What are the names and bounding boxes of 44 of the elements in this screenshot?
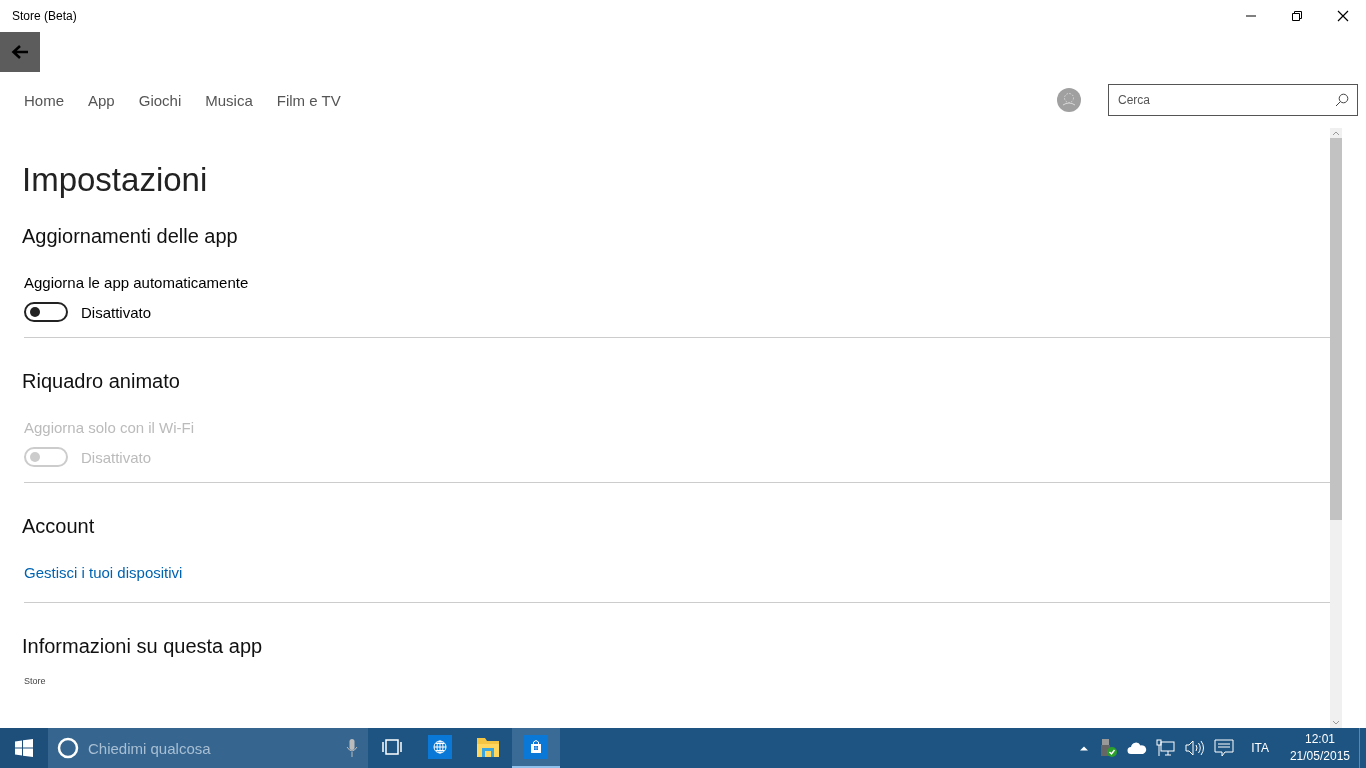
show-hidden-icons-icon[interactable] <box>1079 745 1090 751</box>
speaker-icon[interactable] <box>1185 740 1206 756</box>
back-button[interactable] <box>0 32 40 72</box>
nav-link[interactable]: App <box>88 91 115 109</box>
notifications-icon[interactable] <box>1214 739 1235 757</box>
input-language-indicator[interactable]: ITA <box>1251 741 1269 755</box>
globe-icon <box>428 735 452 759</box>
scroll-thumb[interactable] <box>1330 138 1342 520</box>
section-heading: Riquadro animato <box>22 370 181 393</box>
toggle-state-text: Disattivato <box>81 303 152 321</box>
microphone-icon[interactable] <box>346 738 358 758</box>
scrollbar[interactable] <box>1330 128 1342 728</box>
nav-link[interactable]: Giochi <box>138 91 182 109</box>
toggle-switch[interactable] <box>24 302 68 322</box>
toggle-state-text: Disattivato <box>81 448 152 466</box>
avatar-icon[interactable] <box>1057 88 1081 112</box>
manage-devices-link[interactable]: Gestisci i tuoi dispositivi <box>24 564 183 581</box>
start-button[interactable] <box>0 728 48 768</box>
setting-label: Aggiorna le app automaticamente <box>24 274 250 291</box>
shopping-bag-icon <box>524 735 548 759</box>
taskbar-app[interactable] <box>512 728 560 768</box>
section-heading: Informazioni su questa app <box>22 635 264 658</box>
windows-logo-icon <box>15 739 33 757</box>
search-icon[interactable] <box>1335 93 1349 107</box>
page-title: Impostazioni <box>22 161 209 200</box>
restore-icon <box>1291 10 1303 22</box>
back-arrow-icon <box>11 44 29 60</box>
setting-label: Aggiorna solo con il Wi-Fi <box>24 419 196 436</box>
window-title: Store (Beta) <box>12 9 77 23</box>
close-icon <box>1337 10 1349 22</box>
task-view-icon <box>381 739 403 755</box>
clock[interactable]: 12:01 21/05/2015 <box>1289 731 1350 765</box>
circle-icon <box>57 737 79 759</box>
network-icon[interactable] <box>1156 739 1177 757</box>
folder-icon <box>476 736 500 758</box>
cloud-icon[interactable] <box>1127 741 1148 755</box>
app-name-label: Store <box>24 676 47 686</box>
section-heading: Account <box>22 515 96 538</box>
search-field[interactable]: Cerca <box>1108 84 1358 116</box>
section-heading: Aggiornamenti delle app <box>22 225 239 248</box>
nav-link[interactable]: Musica <box>205 91 253 109</box>
usb-drive-check-icon[interactable] <box>1098 738 1119 758</box>
nav-link[interactable]: Film e TV <box>276 91 341 109</box>
nav-link[interactable]: Home <box>24 91 64 109</box>
